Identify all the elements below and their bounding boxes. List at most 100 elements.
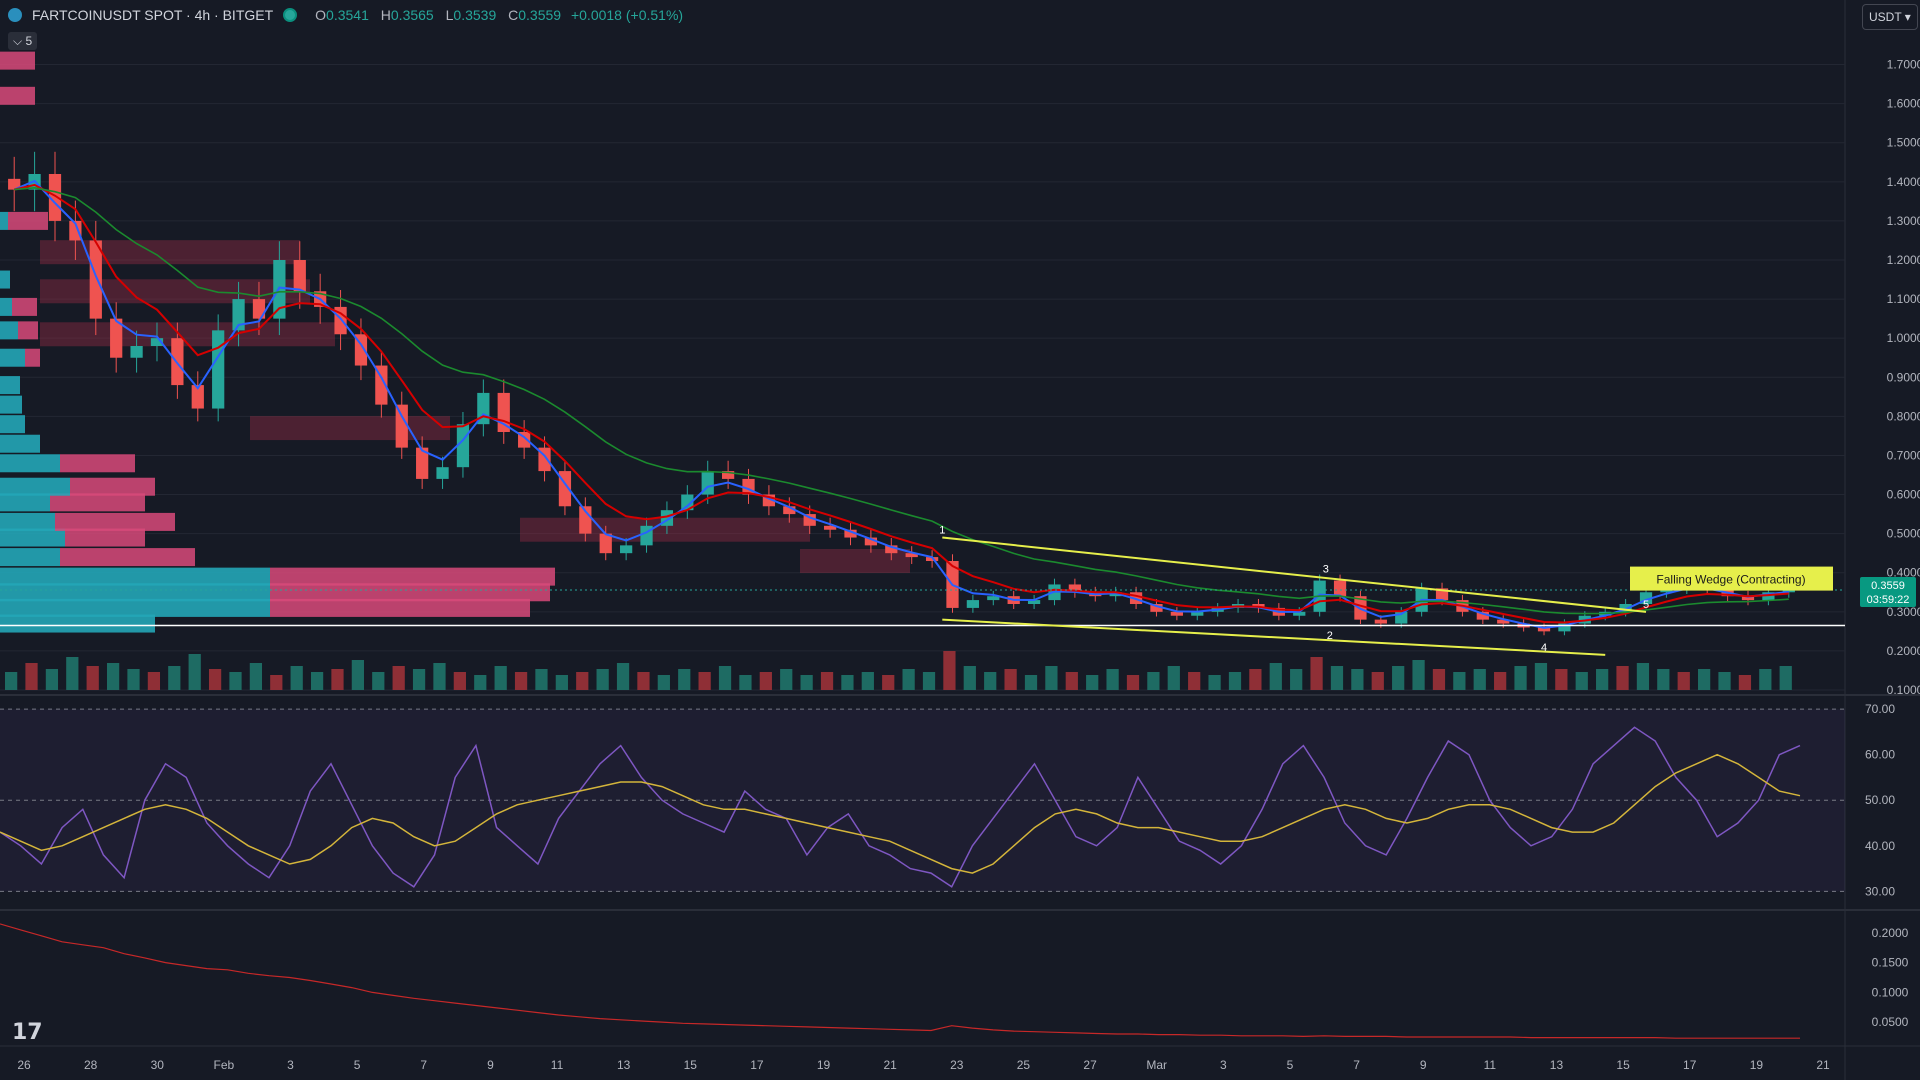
price-tick-label: 1.1000 [1887, 292, 1920, 306]
volume-bar [1351, 669, 1364, 690]
volume-bar [1086, 675, 1099, 690]
price-tick-label: 0.8000 [1887, 409, 1920, 423]
volume-bar [494, 666, 507, 690]
candle-body [212, 330, 225, 409]
volume-profile-sell-bar [60, 548, 195, 567]
volume-bar [1534, 663, 1548, 690]
volume-bar [1514, 666, 1527, 690]
volume-profile-sell-bar [0, 86, 35, 105]
volume-bar [1208, 675, 1221, 690]
volume-bar [1371, 672, 1384, 690]
price-tick-label: 0.6000 [1887, 488, 1920, 502]
time-tick-label: 17 [1683, 1058, 1697, 1072]
volume-profile-buy-bar [0, 376, 20, 395]
price-tick-label: 1.6000 [1887, 97, 1920, 111]
volume-bar [841, 675, 854, 690]
volume-bar [1147, 672, 1160, 690]
candle-body [89, 240, 102, 319]
volume-bar [1167, 666, 1180, 690]
time-tick-label: 9 [487, 1058, 494, 1072]
volume-bar [596, 669, 609, 690]
volume-profile-buy-bar [0, 477, 70, 496]
candle-body [1374, 619, 1387, 624]
pattern-label: Falling Wedge (Contracting) [1656, 573, 1805, 587]
volume-profile-buy-bar [0, 321, 18, 340]
price-tick-label: 1.2000 [1887, 253, 1920, 267]
lower-tick-label: 0.1500 [1872, 956, 1909, 970]
time-tick-label: 19 [817, 1058, 831, 1072]
price-badge-value: 0.3559 [1871, 580, 1905, 592]
price-tick-label: 0.5000 [1887, 527, 1920, 541]
volume-bar [984, 672, 997, 690]
price-tick-label: 1.7000 [1887, 58, 1920, 72]
volume-bar [310, 672, 324, 690]
volume-bar [657, 675, 670, 690]
volume-bar [514, 672, 528, 690]
price-tick-label: 1.0000 [1887, 331, 1920, 345]
volume-profile-sell-bar [8, 211, 48, 230]
volume-bar [106, 663, 120, 690]
time-tick-label: 19 [1750, 1058, 1764, 1072]
volume-bar [1657, 669, 1670, 690]
lower-tick-label: 0.0500 [1872, 1015, 1909, 1029]
volume-profile-sell-bar [65, 528, 145, 547]
volume-bar [392, 666, 405, 690]
volume-bar [1759, 669, 1772, 690]
volume-profile-sell-bar [25, 348, 40, 367]
volume-bar [637, 672, 650, 690]
volume-bar [147, 672, 161, 690]
volume-bar [331, 669, 344, 690]
volume-bar [1718, 672, 1731, 690]
volume-bar [1106, 669, 1119, 690]
volume-profile-buy-bar [0, 270, 10, 289]
time-tick-label: 3 [287, 1058, 294, 1072]
volume-bar [678, 669, 691, 690]
time-tick-label: 11 [551, 1058, 564, 1072]
volume-bar [1188, 672, 1201, 690]
volume-bar [1392, 666, 1405, 690]
candle-body [130, 346, 143, 358]
volume-bar [616, 663, 630, 690]
volume-bar [1779, 666, 1792, 690]
volume-bar [1555, 669, 1568, 690]
volume-bar [229, 672, 242, 690]
time-tick-label: 3 [1220, 1058, 1227, 1072]
time-tick-label: 26 [17, 1058, 31, 1072]
volume-bar [576, 672, 589, 690]
volume-bar [1596, 669, 1609, 690]
volume-bar [861, 672, 874, 690]
price-tick-label: 0.7000 [1887, 448, 1920, 462]
volume-profile-buy-bar [0, 454, 60, 473]
volume-bar [1738, 675, 1752, 690]
lower-tick-label: 0.2000 [1872, 926, 1909, 940]
time-tick-label: 21 [884, 1058, 898, 1072]
wave-label: 5 [1643, 599, 1649, 611]
rsi-tick-label: 40.00 [1865, 839, 1895, 853]
volume-bar [290, 666, 303, 690]
volume-bar [127, 669, 140, 690]
volume-zone-bar [40, 240, 300, 265]
wave-label: 4 [1541, 642, 1547, 654]
volume-profile-sell-bar [18, 321, 38, 340]
volume-bar [208, 669, 222, 690]
candle-body [436, 467, 449, 479]
volume-bar [1698, 669, 1711, 690]
price-tick-label: 1.4000 [1887, 175, 1920, 189]
volume-bar [718, 666, 732, 690]
time-tick-label: 21 [1816, 1058, 1830, 1072]
tradingview-logo: 17 [12, 1020, 43, 1045]
time-tick-label: 5 [1287, 1058, 1294, 1072]
volume-bar [800, 675, 813, 690]
volume-bar [412, 669, 426, 690]
chart-canvas[interactable]: 1.7000 1.6000 1.5000 1.4000 1.3000 1.2000 1.10… [0, 0, 1920, 1080]
time-tick-label: 7 [1353, 1058, 1360, 1072]
volume-bar [739, 675, 752, 690]
volume-bar [1677, 672, 1690, 690]
time-tick-label: 30 [151, 1058, 165, 1072]
volume-bar [882, 675, 895, 690]
volume-profile-buy-bar [0, 348, 25, 367]
volume-bar [1412, 660, 1425, 690]
volume-profile-sell-bar [270, 567, 555, 586]
time-tick-label: 15 [684, 1058, 698, 1072]
volume-bar [5, 672, 18, 690]
